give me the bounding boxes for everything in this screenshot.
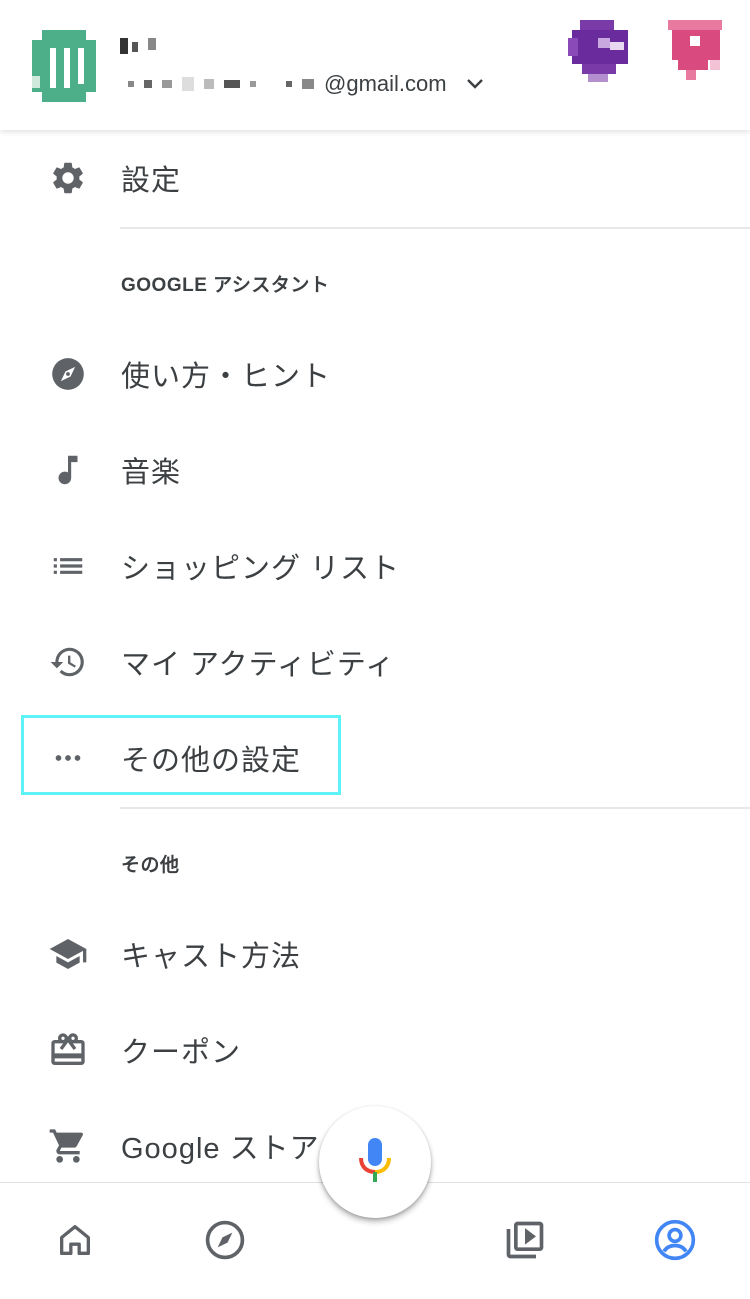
list-icon: [48, 546, 88, 586]
media-library-icon[interactable]: [502, 1217, 548, 1263]
school-cap-icon: [48, 934, 88, 974]
email-username-redacted: [128, 77, 314, 91]
menu-item-label: 設定: [121, 165, 182, 197]
menu-item-label: 使い方・ヒント: [121, 361, 332, 393]
account-header: @gmail.com: [0, 0, 750, 130]
coupon-icon: [48, 1030, 88, 1070]
divider: [120, 807, 750, 809]
account-avatar[interactable]: [28, 30, 100, 102]
other-account-avatar[interactable]: [668, 20, 722, 80]
menu-item-settings[interactable]: 設定: [0, 130, 750, 226]
divider: [120, 227, 750, 229]
menu-item-label: マイ アクティビティ: [121, 649, 396, 681]
section-title-assistant: GOOGLE アシスタント: [121, 275, 330, 296]
menu-item-coupon[interactable]: クーポン: [0, 1002, 750, 1098]
history-icon: [48, 642, 88, 682]
home-icon[interactable]: [52, 1217, 98, 1263]
account-email[interactable]: @gmail.com: [128, 68, 487, 100]
compass-icon: [48, 354, 88, 394]
account-circle-icon[interactable]: [652, 1217, 698, 1263]
menu-item-my-activity[interactable]: マイ アクティビティ: [0, 614, 750, 710]
discover-compass-icon[interactable]: [202, 1217, 248, 1263]
music-note-icon: [48, 450, 88, 490]
menu-item-label: Google ストア: [121, 1133, 320, 1165]
email-suffix: @gmail.com: [324, 71, 447, 96]
chevron-down-icon[interactable]: [463, 72, 487, 96]
highlight-box: [21, 715, 341, 795]
menu-item-label: 音楽: [121, 457, 182, 489]
mic-icon: [359, 1138, 391, 1182]
menu-item-label: ショッピング リスト: [121, 553, 401, 585]
account-name: [120, 38, 156, 58]
menu-item-shopping-list[interactable]: ショッピング リスト: [0, 518, 750, 614]
section-title-other: その他: [121, 855, 180, 876]
gear-icon: [48, 158, 88, 198]
menu-item-music[interactable]: 音楽: [0, 422, 750, 518]
menu-item-cast-howto[interactable]: キャスト方法: [0, 906, 750, 1002]
assistant-mic-button[interactable]: [319, 1106, 431, 1218]
other-account-avatar[interactable]: [568, 20, 632, 82]
menu-item-label: クーポン: [121, 1037, 242, 1069]
cart-icon: [48, 1126, 88, 1166]
menu-item-label: キャスト方法: [121, 941, 302, 973]
menu-item-tips[interactable]: 使い方・ヒント: [0, 326, 750, 422]
